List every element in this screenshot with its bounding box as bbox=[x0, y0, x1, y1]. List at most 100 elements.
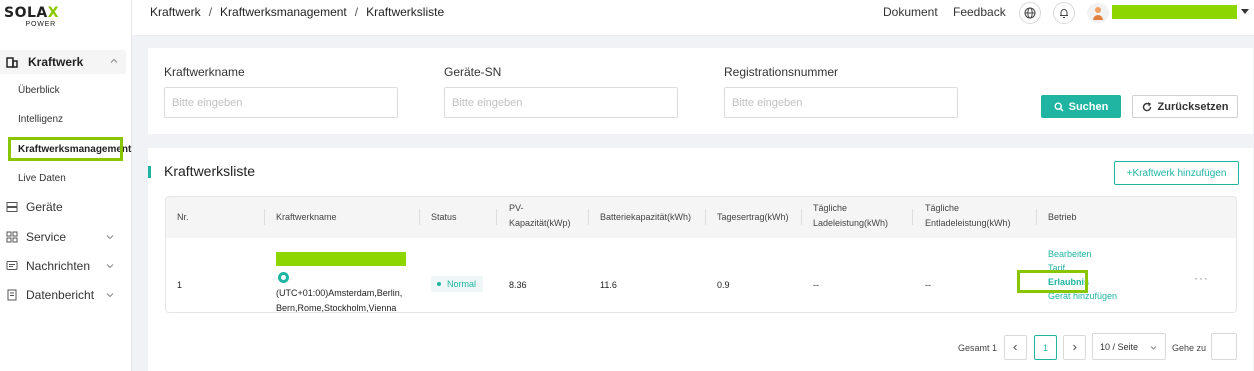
sidebar-item-live-daten[interactable]: Live Daten bbox=[18, 173, 66, 184]
chevron-down-icon bbox=[1150, 346, 1157, 350]
status-badge: Normal bbox=[431, 276, 484, 292]
prev-page-button[interactable] bbox=[1004, 335, 1027, 360]
sidebar-item-label: Datenbericht bbox=[26, 288, 95, 302]
sidebar-item-nachrichten[interactable]: Nachrichten bbox=[0, 256, 126, 276]
avatar[interactable] bbox=[1087, 3, 1109, 23]
title-accent-bar bbox=[148, 166, 151, 178]
column-header-pv: PV-Kapazität(kWp) bbox=[509, 203, 571, 228]
registration-number-input[interactable] bbox=[724, 87, 958, 118]
filter-label-name: Kraftwerkname bbox=[164, 65, 245, 79]
filter-panel: Kraftwerkname Geräte-SN Registrationsnum… bbox=[148, 48, 1253, 134]
chevron-down-icon bbox=[106, 235, 114, 240]
sidebar-item-intelligenz[interactable]: Intelligenz bbox=[18, 114, 63, 125]
refresh-icon bbox=[1142, 101, 1151, 111]
chevron-up-icon bbox=[110, 58, 118, 63]
report-icon bbox=[7, 289, 17, 301]
more-actions-icon[interactable]: ··· bbox=[1194, 271, 1209, 285]
page-button[interactable]: 1 bbox=[1034, 335, 1057, 360]
bell-icon bbox=[1060, 9, 1068, 18]
column-header-nr: Nr. bbox=[177, 212, 189, 222]
highlight-box bbox=[8, 137, 123, 161]
station-name-input[interactable] bbox=[164, 87, 398, 118]
breadcrumb-item: Kraftwerksliste bbox=[366, 5, 445, 19]
edit-link[interactable]: Bearbeiten bbox=[1048, 249, 1092, 259]
globe-icon bbox=[1024, 7, 1036, 19]
column-divider bbox=[496, 209, 497, 225]
status-label: Normal bbox=[447, 279, 477, 289]
column-header-discharge: Tägliche Entladeleistung(kWh) bbox=[925, 203, 1011, 228]
breadcrumb-item[interactable]: Kraftwerk bbox=[150, 5, 201, 19]
server-icon bbox=[6, 202, 18, 212]
next-page-button[interactable] bbox=[1063, 335, 1086, 360]
sidebar-item-label: Service bbox=[26, 230, 67, 244]
cell-discharge: -- bbox=[925, 280, 931, 290]
sidebar: SOLAX POWER Kraftwerk Überblick Intellig… bbox=[0, 0, 132, 371]
chevron-left-icon bbox=[1013, 344, 1017, 351]
column-divider bbox=[912, 209, 913, 225]
chevron-down-icon bbox=[106, 264, 114, 269]
search-button[interactable]: Suchen bbox=[1041, 95, 1121, 118]
filter-label-sn: Geräte-SN bbox=[444, 65, 502, 79]
message-icon bbox=[6, 261, 18, 270]
sidebar-group-kraftwerk[interactable]: Kraftwerk bbox=[0, 50, 126, 74]
caret-down-icon[interactable] bbox=[1241, 9, 1249, 14]
notification-button[interactable] bbox=[1053, 2, 1075, 24]
cell-yield: 0.9 bbox=[717, 280, 730, 290]
breadcrumb-item[interactable]: Kraftwerksmanagement bbox=[220, 5, 347, 19]
search-button-label: Suchen bbox=[1068, 100, 1109, 113]
page-size-label: 10 / Seite bbox=[1100, 341, 1139, 352]
sidebar-item-label: Nachrichten bbox=[26, 259, 91, 273]
sidebar-item-label: Geräte bbox=[26, 200, 63, 214]
search-icon bbox=[1054, 101, 1064, 111]
language-button[interactable] bbox=[1019, 2, 1041, 24]
column-divider bbox=[588, 209, 589, 225]
location-icon bbox=[278, 272, 289, 283]
add-station-button[interactable]: +Kraftwerk hinzufügen bbox=[1114, 161, 1239, 185]
goto-page-input[interactable] bbox=[1211, 333, 1237, 360]
pagination-total: Gesamt 1 bbox=[958, 343, 998, 353]
logo: SOLAX POWER bbox=[4, 5, 60, 28]
top-header: Kraftwerk / Kraftwerksmanagement / Kraft… bbox=[132, 0, 1254, 36]
chevron-down-icon bbox=[106, 293, 114, 298]
sidebar-item-service[interactable]: Service bbox=[0, 227, 126, 247]
reset-button[interactable]: Zurücksetzen bbox=[1132, 95, 1238, 118]
table-header: Nr. Kraftwerkname Status PV-Kapazität(kW… bbox=[166, 197, 1236, 238]
column-header-battery: Batteriekapazität(kWh) bbox=[600, 212, 692, 222]
column-divider bbox=[264, 209, 265, 225]
sidebar-group-label: Kraftwerk bbox=[28, 55, 84, 69]
column-header-actions: Betrieb bbox=[1048, 212, 1077, 222]
page-size-select[interactable]: 10 / Seite bbox=[1092, 333, 1166, 360]
cell-charge: -- bbox=[813, 280, 819, 290]
list-title: Kraftwerksliste bbox=[164, 163, 256, 179]
column-divider bbox=[419, 209, 420, 225]
breadcrumb-separator: / bbox=[354, 5, 359, 19]
chevron-right-icon bbox=[1073, 344, 1077, 351]
cell-timezone: (UTC+01:00)Amsterdam,Berlin, Bern,Rome,S… bbox=[276, 288, 403, 313]
sidebar-item-datenbericht[interactable]: Datenbericht bbox=[0, 285, 126, 305]
building-icon bbox=[6, 57, 18, 68]
sidebar-item-ueberblick[interactable]: Überblick bbox=[18, 85, 60, 96]
user-avatar-icon bbox=[1093, 7, 1103, 20]
station-name-redacted[interactable] bbox=[276, 252, 406, 266]
status-dot-icon bbox=[437, 282, 441, 286]
column-header-status: Status bbox=[431, 212, 457, 222]
cell-nr: 1 bbox=[177, 280, 183, 290]
column-divider bbox=[705, 209, 706, 225]
device-sn-input[interactable] bbox=[444, 87, 678, 118]
reset-button-label: Zurücksetzen bbox=[1157, 100, 1229, 113]
breadcrumb: Kraftwerk / Kraftwerksmanagement / Kraft… bbox=[150, 5, 444, 19]
breadcrumb-separator: / bbox=[208, 5, 213, 19]
column-header-name: Kraftwerkname bbox=[276, 212, 337, 222]
column-divider bbox=[801, 209, 802, 225]
sidebar-item-geraete[interactable]: Geräte bbox=[0, 197, 126, 217]
username-redacted[interactable] bbox=[1112, 5, 1237, 19]
feedback-link[interactable]: Feedback bbox=[953, 5, 1006, 19]
station-table: Nr. Kraftwerkname Status PV-Kapazität(kW… bbox=[165, 196, 1237, 313]
cell-pv: 8.36 bbox=[509, 280, 527, 290]
goto-label: Gehe zu bbox=[1172, 343, 1207, 353]
cell-battery: 11.6 bbox=[600, 280, 617, 290]
filter-label-registration: Registrationsnummer bbox=[724, 65, 839, 79]
document-link[interactable]: Dokument bbox=[883, 5, 938, 19]
column-divider bbox=[1036, 209, 1037, 225]
column-header-charge: Tägliche Ladeleistung(kWh) bbox=[813, 203, 889, 228]
